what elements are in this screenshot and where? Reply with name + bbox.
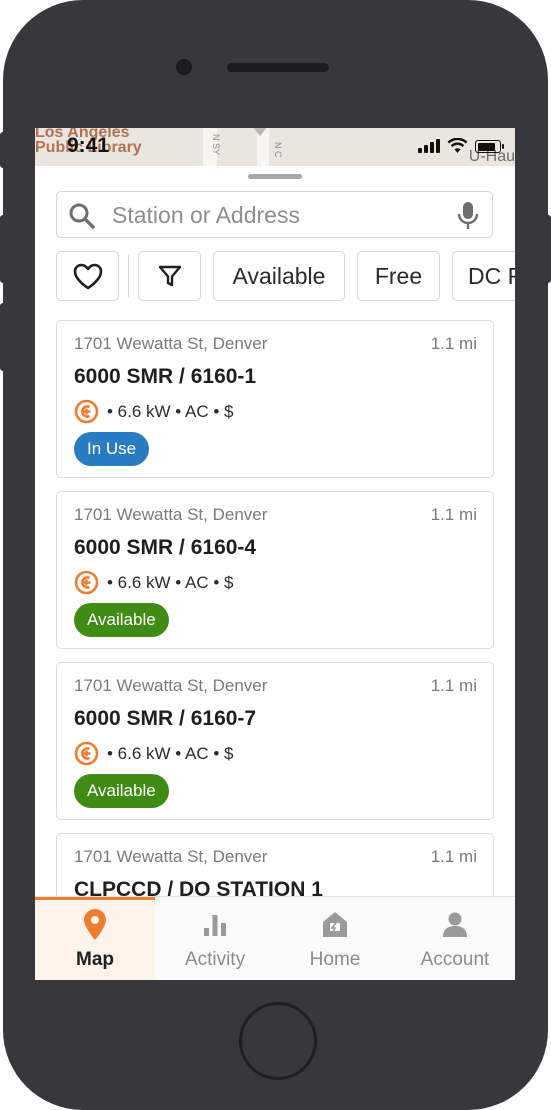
tab-label: Account [420,949,490,970]
station-name: 6000 SMR / 6160-7 [74,707,257,730]
tab-label: Home [309,949,361,970]
tab-map[interactable]: Map [35,897,155,980]
search-input[interactable] [112,201,442,229]
filter-chip-available[interactable]: Available [213,251,345,301]
station-distance: 1.1 mi [430,847,477,866]
station-spec-text: • 6.6 kW • AC • $ [107,572,234,592]
cell-signal-icon [418,139,440,153]
search-bar[interactable] [56,191,493,238]
tab-account[interactable]: Account [395,897,515,980]
station-card[interactable]: 1701 Wewatta St, Denver 1.1 mi CLPCCD / … [56,833,494,896]
home-button[interactable] [239,1002,317,1080]
station-address: 1701 Wewatta St, Denver [74,676,268,695]
tab-label: Map [76,949,114,970]
station-spec-text: • 6.6 kW • AC • $ [107,743,234,763]
wifi-icon [447,138,468,153]
filter-options-button[interactable] [138,251,201,301]
filter-chip-free[interactable]: Free [357,251,440,301]
battery-icon [475,140,504,153]
connector-type-icon [74,570,99,595]
app-screen: Los Angeles Public Library N SY N C U-Ha… [35,128,515,980]
map-pin-icon [84,909,106,940]
station-specs: • 6.6 kW • AC • $ [74,399,234,424]
station-distance: 1.1 mi [430,334,477,353]
station-specs: • 6.6 kW • AC • $ [74,570,234,595]
station-name: 6000 SMR / 6160-1 [74,365,257,388]
favorites-filter-button[interactable] [56,251,119,301]
station-address: 1701 Wewatta St, Denver [74,505,268,524]
microphone-icon[interactable] [457,201,479,231]
person-icon [443,912,467,937]
station-address: 1701 Wewatta St, Denver [74,334,268,353]
map-street-label: N SY [211,134,221,156]
station-card[interactable]: 1701 Wewatta St, Denver 1.1 mi 6000 SMR … [56,662,494,820]
sheet-grabber[interactable] [248,174,302,179]
tab-home[interactable]: Home [275,897,395,980]
front-camera [176,59,192,75]
filter-bar: Available Free DC F [56,251,515,301]
status-badge: In Use [74,432,150,466]
status-badge: Available [74,603,169,637]
bar-chart-icon [204,915,226,936]
map-street-label: N C [273,142,283,158]
status-icons [418,138,504,153]
station-name: 6000 SMR / 6160-4 [74,536,257,559]
station-address: 1701 Wewatta St, Denver [74,847,268,866]
tab-label: Activity [184,949,246,970]
bottom-tab-bar: Map Activity Home Account [35,896,515,980]
station-distance: 1.1 mi [430,676,477,695]
funnel-icon [158,265,181,287]
station-spec-text: • 6.6 kW • AC • $ [107,401,234,421]
home-charger-icon [323,912,347,937]
connector-type-icon [74,399,99,424]
filter-chip-dc-fast[interactable]: DC F [452,251,515,301]
tab-active-indicator [35,897,155,900]
heart-icon [73,263,102,289]
status-badge: Available [74,774,169,808]
station-card[interactable]: 1701 Wewatta St, Denver 1.1 mi 6000 SMR … [56,320,494,478]
station-distance: 1.1 mi [430,505,477,524]
station-card[interactable]: 1701 Wewatta St, Denver 1.1 mi 6000 SMR … [56,491,494,649]
filter-divider [128,255,129,297]
station-specs: • 6.6 kW • AC • $ [74,741,234,766]
station-name: CLPCCD / DO STATION 1 [74,878,323,896]
tab-activity[interactable]: Activity [155,897,275,980]
search-icon [69,203,95,229]
earpiece-speaker [227,63,329,72]
map-marker-icon [253,128,267,136]
connector-type-icon [74,741,99,766]
station-list-sheet: Available Free DC F 1701 Wewatta St, Den… [35,166,515,896]
map-view[interactable]: Los Angeles Public Library N SY N C U-Ha… [35,128,515,166]
status-time: 9:41 [67,134,110,157]
